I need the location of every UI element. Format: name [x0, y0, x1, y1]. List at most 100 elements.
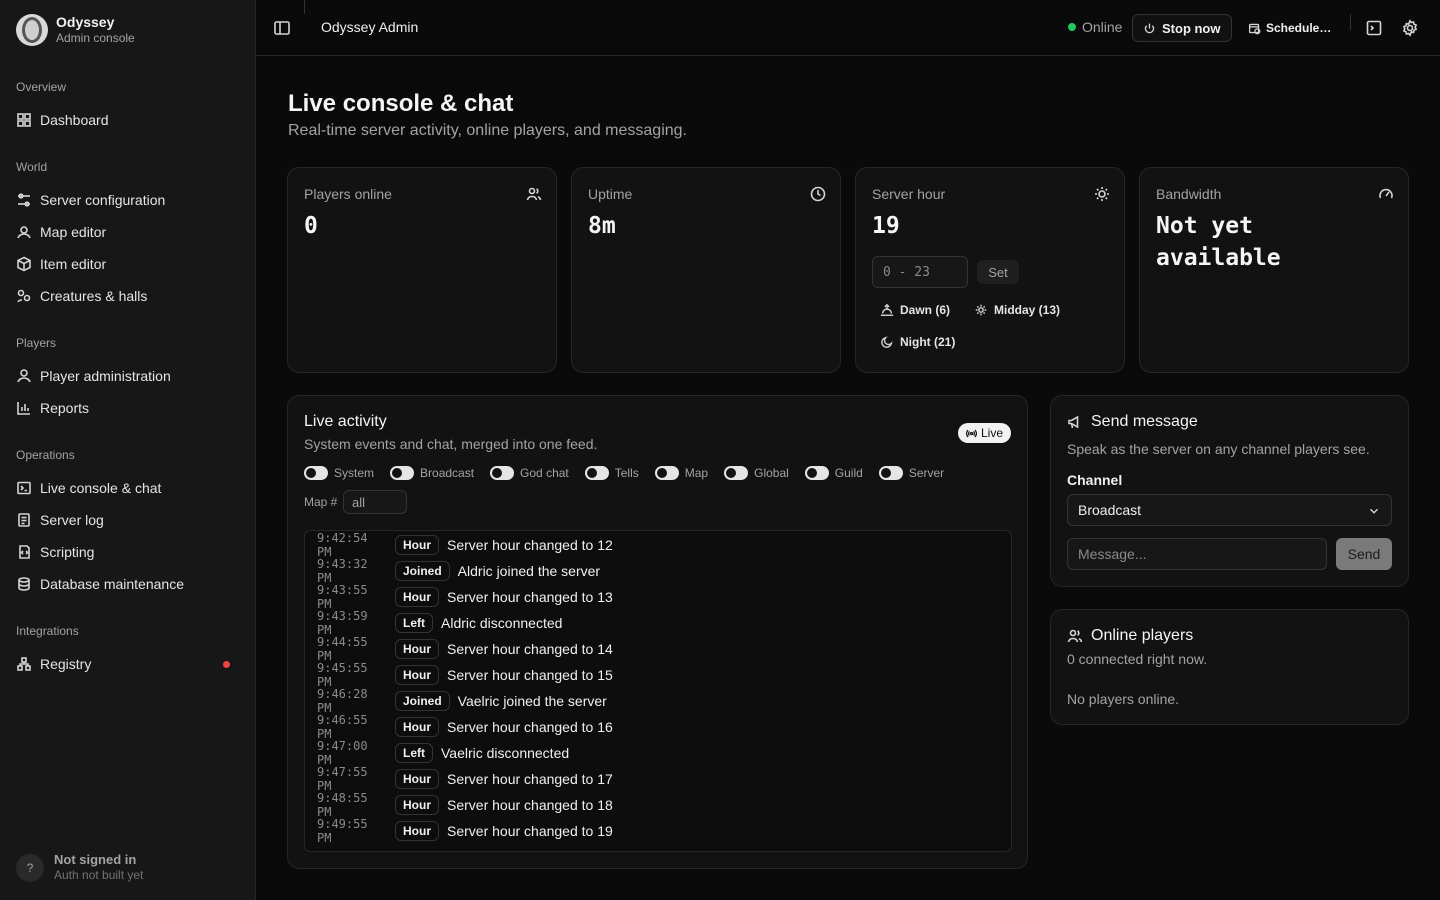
preset-dawn-button[interactable]: Dawn (6) — [880, 303, 950, 317]
page-subtitle: Real-time server activity, online player… — [288, 122, 687, 139]
filter-global-toggle[interactable]: Global — [724, 466, 789, 480]
chevron-down-icon — [1370, 508, 1378, 514]
sidebar-item-server-log[interactable]: Server log — [8, 505, 248, 535]
log-tag: Hour — [395, 587, 439, 607]
log-icon — [18, 513, 30, 527]
server-status: Online — [1068, 19, 1122, 35]
sun-icon — [975, 304, 987, 316]
sidebar-item-creatures-halls[interactable]: Creatures & halls — [8, 281, 248, 311]
log-text: Server hour changed to 14 — [447, 641, 613, 657]
channel-select[interactable]: Broadcast — [1067, 494, 1392, 526]
account-menu[interactable]: ? Not signed in Auth not built yet — [16, 852, 143, 883]
toggle-switch[interactable] — [304, 466, 328, 480]
toggle-switch[interactable] — [490, 466, 515, 480]
preset-night-button[interactable]: Night (21) — [880, 335, 955, 349]
map-filter-input[interactable]: all — [343, 490, 407, 514]
sidebar-item-label: Registry — [40, 656, 92, 672]
activity-log[interactable]: 9:42:54 PM Hour Server hour changed to 12 … — [304, 530, 1012, 852]
nav-group-world: World — [16, 160, 48, 174]
stat-label: Players online — [304, 186, 392, 202]
sidebar-item-label: Database maintenance — [40, 576, 184, 592]
log-row: 9:42:54 PM Hour Server hour changed to 12 — [305, 531, 1011, 559]
sidebar-item-reports[interactable]: Reports — [8, 393, 248, 423]
sidebar-item-server-configuration[interactable]: Server configuration — [8, 185, 248, 215]
sidebar-item-database-maintenance[interactable]: Database maintenance — [8, 569, 248, 599]
players-online-value: 0 — [304, 213, 318, 239]
activity-subtitle: System events and chat, merged into one … — [304, 436, 598, 452]
sidebar-item-label: Server configuration — [40, 192, 166, 208]
toggle-switch[interactable] — [724, 466, 749, 480]
send-button[interactable]: Send — [1336, 538, 1392, 570]
preset-label: Midday (13) — [994, 303, 1061, 317]
preset-midday-button[interactable]: Midday (13) — [974, 303, 1060, 317]
terminal-icon — [17, 481, 31, 495]
sidebar-item-label: Creatures & halls — [40, 288, 148, 304]
sidebar-item-player-administration[interactable]: Player administration — [8, 361, 248, 391]
sidebar-item-label: Item editor — [40, 256, 107, 272]
sidebar-item-label: Map editor — [40, 224, 107, 240]
log-text: Server hour changed to 15 — [447, 667, 613, 683]
account-subtitle: Auth not built yet — [54, 868, 144, 882]
message-input[interactable]: Message... — [1067, 538, 1327, 570]
schedule-button[interactable]: Schedule… — [1240, 14, 1339, 42]
filter-map-toggle[interactable]: Map — [654, 466, 708, 480]
log-row: 9:43:32 PM Joined Aldric joined the server — [305, 557, 1011, 585]
log-tag: Hour — [395, 769, 439, 789]
online-players-subtitle: 0 connected right now. — [1067, 651, 1208, 667]
brand-subtitle: Admin console — [56, 31, 135, 45]
log-tag: Joined — [395, 691, 450, 711]
filter-label: Guild — [834, 466, 863, 480]
set-hour-button[interactable]: Set — [977, 260, 1019, 284]
sidebar-item-scripting[interactable]: Scripting — [8, 537, 248, 567]
toggle-switch[interactable] — [654, 466, 679, 480]
filter-server-toggle[interactable]: Server — [878, 466, 945, 480]
sidebar-item-dashboard[interactable]: Dashboard — [8, 105, 248, 135]
megaphone-icon — [1068, 415, 1079, 429]
sidebar-item-label: Player administration — [40, 368, 171, 384]
nav-group-players: Players — [16, 336, 57, 350]
filter-system-toggle[interactable]: System — [304, 466, 374, 480]
log-time: 9:49:55 PM — [317, 817, 368, 845]
sidebar-toggle-icon[interactable] — [272, 18, 292, 38]
preset-label: Night (21) — [900, 335, 956, 349]
filter-label: Server — [908, 466, 945, 480]
log-tag: Left — [395, 743, 433, 763]
moon-icon — [881, 336, 893, 348]
log-row: 9:47:55 PM Hour Server hour changed to 17 — [305, 765, 1011, 793]
filter-god-chat-toggle[interactable]: God chat — [490, 466, 569, 480]
log-text: Server hour changed to 18 — [447, 797, 613, 813]
log-text: Vaelric disconnected — [441, 745, 570, 761]
sidebar-item-registry[interactable]: Registry — [8, 649, 248, 679]
sidebar-item-map-editor[interactable]: Map editor — [8, 217, 248, 247]
log-text: Server hour changed to 19 — [447, 823, 613, 839]
toggle-switch[interactable] — [878, 466, 903, 480]
console-panel-icon[interactable] — [1365, 19, 1383, 37]
hour-input[interactable]: 0 - 23 — [872, 256, 968, 288]
nav-group-operations: Operations — [16, 448, 75, 462]
log-row: 9:43:55 PM Hour Server hour changed to 13 — [305, 583, 1011, 611]
brand[interactable]: Odyssey Admin console — [16, 14, 135, 46]
toggle-switch[interactable] — [584, 466, 609, 480]
gear-icon[interactable] — [1401, 19, 1419, 37]
log-tag: Hour — [395, 717, 439, 737]
toggle-switch[interactable] — [390, 466, 415, 480]
log-time: 9:42:54 PM — [317, 531, 368, 559]
filter-tells-toggle[interactable]: Tells — [584, 466, 639, 480]
header-divider — [304, 0, 305, 14]
sidebar-item-live-console[interactable]: Live console & chat — [8, 473, 248, 503]
filter-guild-toggle[interactable]: Guild — [804, 466, 863, 480]
server-hour-value: 19 — [872, 213, 900, 239]
log-row: 9:46:28 PM Joined Vaelric joined the serve… — [305, 687, 1011, 715]
filter-broadcast-toggle[interactable]: Broadcast — [390, 466, 474, 480]
nav-group-integrations: Integrations — [16, 624, 79, 638]
sidebar-item-item-editor[interactable]: Item editor — [8, 249, 248, 279]
stop-now-button[interactable]: Stop now — [1132, 14, 1232, 42]
sun-icon — [1095, 187, 1109, 201]
no-players-message: No players online. — [1067, 691, 1180, 707]
map-pin-icon — [17, 226, 31, 239]
toggle-switch[interactable] — [804, 466, 829, 480]
send-message-panel: Send message Speak as the server on any … — [1050, 395, 1409, 587]
log-row: 9:43:59 PM Left Aldric disconnected — [305, 609, 1011, 637]
sidebar-item-label: Scripting — [40, 544, 95, 560]
send-message-subtitle: Speak as the server on any channel playe… — [1067, 441, 1370, 457]
